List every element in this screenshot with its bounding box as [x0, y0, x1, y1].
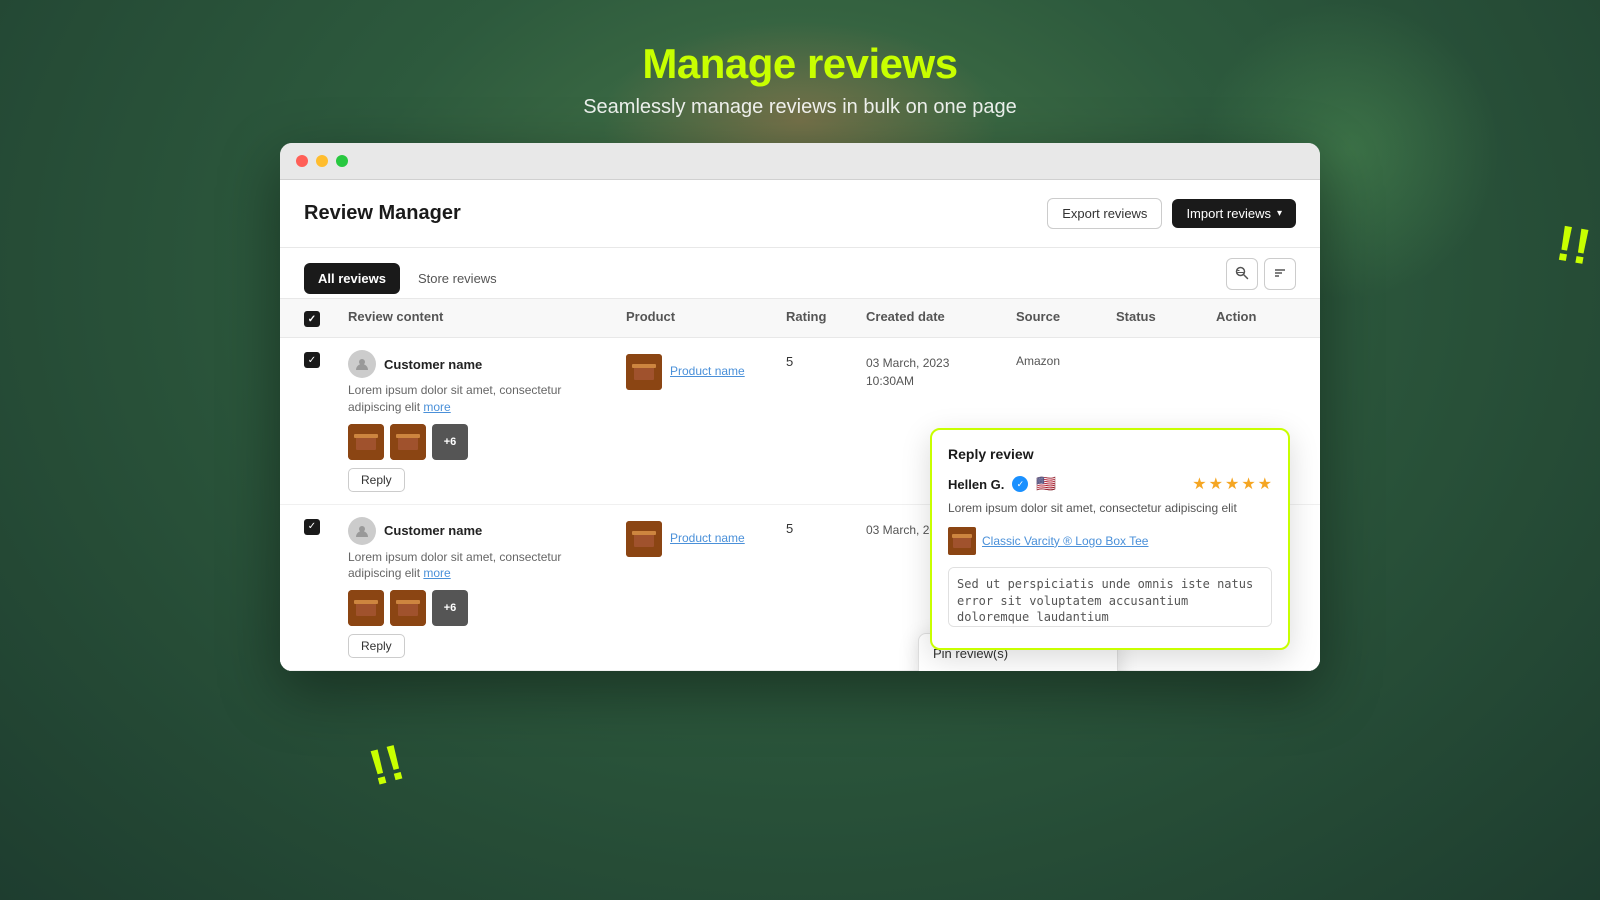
star-1: ★	[1192, 474, 1206, 494]
row2-image-more: +6	[432, 590, 468, 626]
row2-more-link[interactable]: more	[423, 566, 450, 580]
star-4: ★	[1241, 474, 1255, 494]
page-title: Manage reviews	[583, 40, 1017, 88]
tab-store-reviews[interactable]: Store reviews	[404, 263, 511, 294]
page-header: Manage reviews Seamlessly manage reviews…	[583, 0, 1017, 119]
row2-rating: 5	[786, 517, 866, 536]
col-header-product: Product	[626, 309, 786, 327]
row1-rating: 5	[786, 350, 866, 369]
row2-review-text: Lorem ipsum dolor sit amet, consectetur …	[348, 549, 610, 583]
reply-product-name[interactable]: Classic Varcity ® Logo Box Tee	[982, 534, 1148, 548]
window-titlebar	[280, 143, 1320, 180]
row1-image-1	[348, 424, 384, 460]
star-2: ★	[1209, 474, 1223, 494]
row2-product: Product name	[626, 517, 786, 557]
row2-reply-button[interactable]: Reply	[348, 634, 405, 658]
row1-status	[1116, 350, 1216, 354]
traffic-light-red[interactable]	[296, 155, 308, 167]
select-all-checkbox[interactable]: ✓	[304, 311, 320, 327]
star-rating: ★ ★ ★ ★ ★	[1192, 474, 1272, 494]
row2-image-2	[390, 590, 426, 626]
row1-date: 03 March, 202310:30AM	[866, 350, 1016, 390]
sort-icon	[1272, 265, 1288, 284]
col-header-source: Source	[1016, 309, 1116, 327]
row1-reply-button[interactable]: Reply	[348, 468, 405, 492]
row1-review-text: Lorem ipsum dolor sit amet, consectetur …	[348, 382, 610, 416]
row1-product-thumb	[626, 354, 662, 390]
row1-action	[1216, 350, 1296, 354]
tab-all-reviews[interactable]: All reviews	[304, 263, 400, 294]
row1-image-more: +6	[432, 424, 468, 460]
row2-product-name[interactable]: Product name	[670, 531, 745, 547]
col-header-rating: Rating	[786, 309, 866, 327]
reply-panel-title: Reply review	[948, 446, 1272, 462]
reply-reviewer-row: Hellen G. ✓ 🇺🇸 ★ ★ ★ ★ ★	[948, 474, 1272, 494]
col-header-review-content: Review content	[348, 309, 626, 327]
import-reviews-button[interactable]: Import reviews ▾	[1172, 199, 1296, 228]
row2-review-images: +6	[348, 590, 610, 626]
import-chevron-icon: ▾	[1277, 208, 1282, 219]
row1-checkbox[interactable]: ✓	[304, 352, 320, 368]
row2-avatar	[348, 517, 376, 545]
app-title: Review Manager	[304, 202, 461, 225]
table-header: ✓ Review content Product Rating Created …	[280, 299, 1320, 338]
page-subtitle: Seamlessly manage reviews in bulk on one…	[583, 96, 1017, 119]
row1-more-link[interactable]: more	[423, 400, 450, 414]
import-reviews-label: Import reviews	[1186, 206, 1271, 221]
traffic-light-green[interactable]	[336, 155, 348, 167]
row1-avatar	[348, 350, 376, 378]
app-header: Review Manager Export reviews Import rev…	[280, 180, 1320, 248]
row1-reviewer-row: Customer name	[348, 350, 610, 378]
reply-reviewer-name: Hellen G.	[948, 477, 1004, 492]
sort-button[interactable]	[1264, 258, 1296, 290]
reply-product-tag: Classic Varcity ® Logo Box Tee	[948, 527, 1272, 555]
col-header-action: Action	[1216, 309, 1296, 327]
row2-reviewer-name: Customer name	[384, 523, 482, 538]
verified-icon: ✓	[1012, 476, 1028, 492]
col-header-status: Status	[1116, 309, 1216, 327]
row1-product-name[interactable]: Product name	[670, 364, 745, 380]
decoration-exclaim-left: !!	[364, 737, 409, 794]
traffic-light-yellow[interactable]	[316, 155, 328, 167]
star-3: ★	[1225, 474, 1239, 494]
check-icon: ✓	[308, 521, 316, 532]
reply-review-panel: Reply review Hellen G. ✓ 🇺🇸 ★ ★ ★ ★ ★ Lo…	[930, 428, 1290, 650]
search-filter-icon	[1234, 265, 1250, 284]
reply-product-thumb	[948, 527, 976, 555]
search-filter-button[interactable]	[1226, 258, 1258, 290]
tab-actions	[1226, 258, 1296, 298]
row1-review-images: +6	[348, 424, 610, 460]
decoration-exclaim-right: !!	[1553, 217, 1594, 272]
app-window: Review Manager Export reviews Import rev…	[280, 143, 1320, 671]
reply-textarea[interactable]: Sed ut perspiciatis unde omnis iste natu…	[948, 567, 1272, 627]
star-5: ★	[1258, 474, 1272, 494]
reply-review-body: Lorem ipsum dolor sit amet, consectetur …	[948, 500, 1272, 517]
col-header-created-date: Created date	[866, 309, 1016, 327]
row1-review-content: Customer name Lorem ipsum dolor sit amet…	[348, 350, 626, 492]
row1-source: Amazon	[1016, 350, 1116, 368]
row2-reviewer-row: Customer name	[348, 517, 610, 545]
row1-image-2	[390, 424, 426, 460]
tabs: All reviews Store reviews	[304, 263, 511, 294]
export-reviews-button[interactable]: Export reviews	[1047, 198, 1162, 229]
check-icon: ✓	[308, 355, 316, 366]
row2-image-1	[348, 590, 384, 626]
row1-reviewer-name: Customer name	[384, 357, 482, 372]
row2-checkbox[interactable]: ✓	[304, 519, 320, 535]
header-actions: Export reviews Import reviews ▾	[1047, 198, 1296, 229]
context-unpin-review[interactable]: Unpin review(s)	[919, 669, 1117, 671]
row2-review-content: Customer name Lorem ipsum dolor sit amet…	[348, 517, 626, 659]
row1-product: Product name	[626, 350, 786, 390]
check-icon: ✓	[308, 314, 316, 325]
tabs-row: All reviews Store reviews	[280, 248, 1320, 299]
flag-icon: 🇺🇸	[1036, 474, 1056, 494]
row2-product-thumb	[626, 521, 662, 557]
